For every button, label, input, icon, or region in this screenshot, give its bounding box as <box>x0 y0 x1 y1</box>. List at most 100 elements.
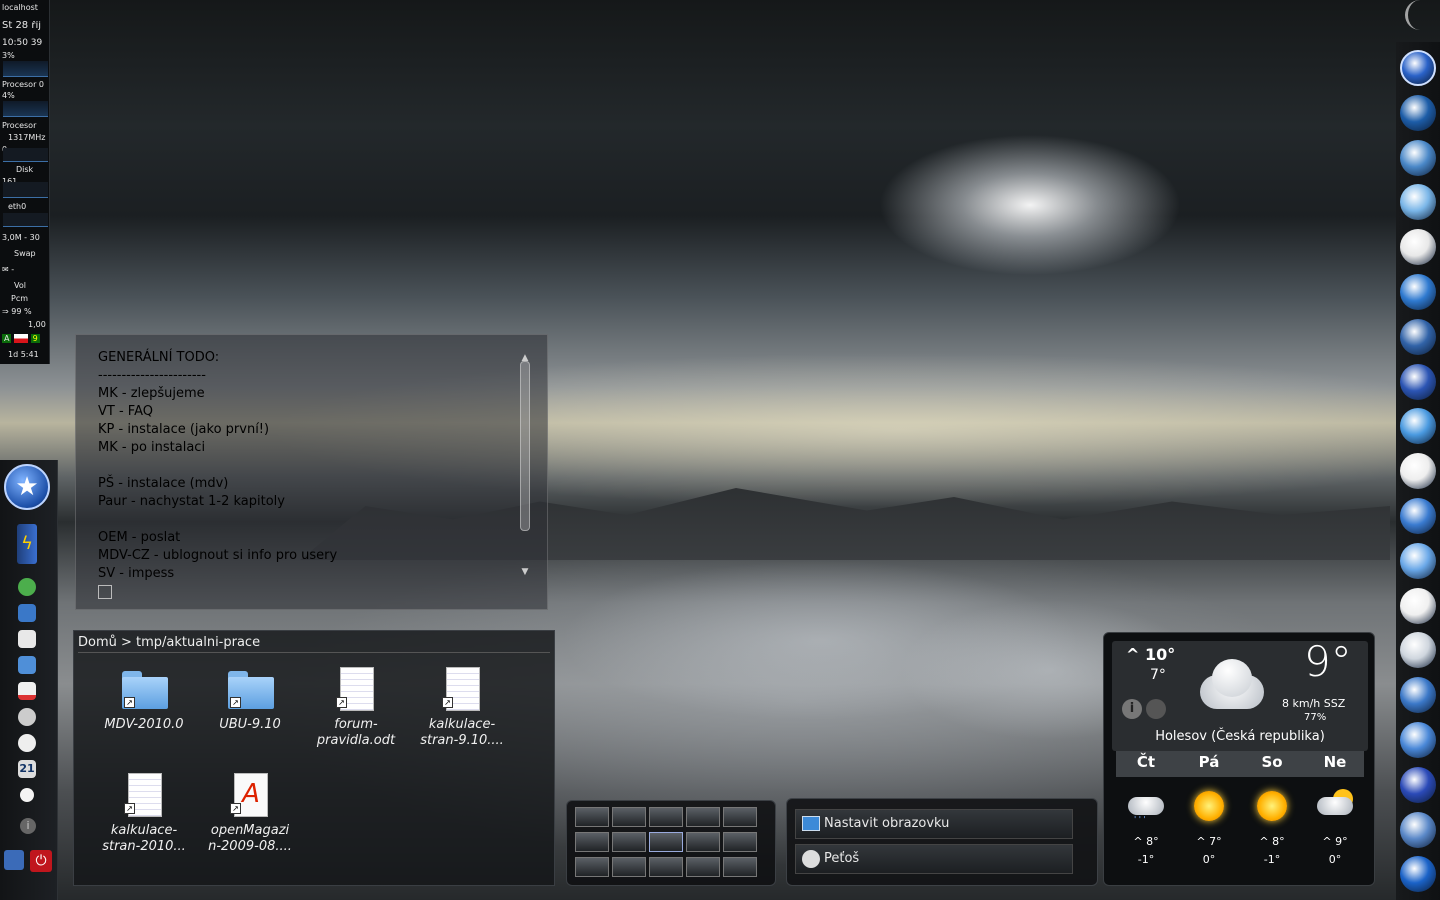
virtual-desktop[interactable] <box>612 857 646 877</box>
folder-item[interactable]: ↗ MDV-2010.0 <box>94 667 194 733</box>
scroll-up-icon[interactable]: ▲ <box>519 349 531 363</box>
task-nastavit-obrazovku[interactable]: Nastavit obrazovku <box>795 809 1073 839</box>
virtual-desktop[interactable] <box>723 807 757 827</box>
disc-icon[interactable] <box>1400 632 1436 669</box>
disk-icon[interactable] <box>18 708 36 726</box>
desktop-pager[interactable] <box>566 800 776 886</box>
virtual-desktop[interactable] <box>575 832 609 852</box>
link-arrow-icon: ↗ <box>230 697 241 708</box>
virtual-desktop[interactable] <box>686 807 720 827</box>
link-arrow-icon: ↗ <box>124 697 135 708</box>
sun-icon <box>1194 791 1224 821</box>
cpu2-graph <box>3 101 48 117</box>
desktop-icon[interactable] <box>1400 94 1436 131</box>
note-scrollbar[interactable]: ▲ ▼ <box>519 349 531 577</box>
system-monitor: localhost St 28 říj 10:50 39 3% Procesor… <box>0 0 50 364</box>
info-icon[interactable]: i <box>20 818 36 834</box>
spreadsheet-icon: ↗ <box>120 773 168 817</box>
today-high: ^ 10° <box>1126 645 1176 664</box>
mail-status: ✉ - <box>2 265 49 275</box>
folder-view: Domů > tmp/aktualni-prace ↗ MDV-2010.0 ↗ UB… <box>73 630 555 886</box>
tux-icon <box>802 850 820 868</box>
folder-item[interactable]: ↗ kalkulace- stran-9.10.... <box>412 667 512 749</box>
note-line: MDV-CZ - ublognout si info pro usery <box>98 548 338 563</box>
network-icon[interactable] <box>1400 677 1436 714</box>
folder-item[interactable]: A ↗ openMagazi n-2009-08.... <box>200 773 300 855</box>
folder-item[interactable]: ↗ UBU-9.10 <box>200 667 300 733</box>
tux-icon[interactable] <box>18 734 36 752</box>
virtual-desktop[interactable] <box>686 832 720 852</box>
hp-icon[interactable] <box>1400 856 1436 893</box>
tools-icon[interactable] <box>1400 184 1436 221</box>
divider <box>78 652 550 653</box>
phone-icon[interactable] <box>18 578 36 596</box>
cpu1-percent: 3% <box>2 51 15 60</box>
virtual-desktop[interactable] <box>723 832 757 852</box>
clock: 10:50 39 <box>2 38 43 48</box>
kde-menu-icon[interactable] <box>1400 50 1436 86</box>
folder-item[interactable]: ↗ kalkulace- stran-2010... <box>94 773 194 855</box>
virtual-desktop[interactable] <box>575 807 609 827</box>
virtual-desktop[interactable] <box>649 807 683 827</box>
virtual-desktop[interactable] <box>575 857 609 877</box>
ubuntu-icon[interactable] <box>1400 363 1436 400</box>
task-label: Peťoš <box>824 851 860 866</box>
note-line: OEM - poslat <box>98 530 181 545</box>
text-editor-icon[interactable] <box>1400 453 1436 490</box>
info-icon[interactable]: i <box>1122 699 1142 719</box>
mdv-icon[interactable] <box>1400 766 1436 803</box>
task-petos[interactable]: Peťoš <box>795 844 1073 874</box>
right-dock <box>1396 42 1440 900</box>
debian-icon[interactable] <box>1400 722 1436 758</box>
virtual-desktop[interactable] <box>686 857 720 877</box>
note-widget[interactable]: GENERÁLNÍ TODO: ----------------------- MK… <box>75 334 548 610</box>
globe-icon[interactable] <box>1146 699 1166 719</box>
virtual-desktop[interactable] <box>649 832 683 852</box>
note-line: GENERÁLNÍ TODO: <box>98 350 220 365</box>
note-text[interactable]: GENERÁLNÍ TODO: ----------------------- MK… <box>98 349 337 583</box>
wind: 8 km/h SSZ <box>1282 697 1346 710</box>
security-icon[interactable] <box>1400 811 1436 848</box>
network-monitor-icon[interactable] <box>1400 139 1436 176</box>
virtual-desktop[interactable] <box>612 807 646 827</box>
files-icon[interactable] <box>1400 229 1436 266</box>
logout-icon[interactable]: ⏻ <box>30 850 52 872</box>
breadcrumb[interactable]: Domů > tmp/aktualni-prace <box>78 635 260 650</box>
scroll-down-icon[interactable]: ▼ <box>519 563 531 577</box>
stop-icon[interactable] <box>18 682 36 700</box>
humidity: 77% <box>1304 712 1327 723</box>
calendar-icon[interactable]: 21 <box>18 760 36 778</box>
browser-icon[interactable] <box>1400 274 1436 310</box>
clock-icon[interactable] <box>20 788 34 802</box>
note-line: MK - zlepšujeme <box>98 386 205 401</box>
power-plug-icon: ⇒ <box>2 307 9 316</box>
kde-menu-button[interactable]: ★ <box>4 464 50 510</box>
virtual-desktop[interactable] <box>649 857 683 877</box>
cpu1-graph <box>3 61 48 77</box>
monitor-check-icon[interactable] <box>18 604 36 622</box>
screen-icon[interactable] <box>1400 542 1436 579</box>
forecast-high: ^ 9° <box>1322 835 1348 848</box>
virtual-desktop[interactable] <box>723 857 757 877</box>
battery-percent: 99 % <box>11 307 32 316</box>
monitor-icon <box>802 816 820 831</box>
lock-screen-icon[interactable] <box>4 850 24 870</box>
clipboard-icon[interactable] <box>18 630 36 648</box>
cpu2-percent: 4% <box>2 91 15 100</box>
amarok-icon[interactable] <box>1400 587 1436 624</box>
virtual-desktop[interactable] <box>612 832 646 852</box>
firefox-icon[interactable] <box>1400 318 1436 355</box>
hostname: localhost <box>2 3 38 12</box>
link-arrow-icon: ↗ <box>124 803 135 814</box>
scroll-thumb[interactable] <box>520 361 530 531</box>
note-line: MK - po instalaci <box>98 440 206 455</box>
folder-item[interactable]: ↗ forum- pravidla.odt <box>306 667 406 749</box>
battery-icon[interactable]: ϟ <box>17 524 37 564</box>
net-graph <box>3 182 48 198</box>
folder-item-label: UBU-9.10 <box>219 717 281 732</box>
mail-icon[interactable] <box>1400 408 1436 445</box>
forecast-day: Ne <box>1323 753 1347 771</box>
keyboard-indicator[interactable]: A 9 <box>2 334 49 344</box>
display-icon[interactable] <box>18 656 36 674</box>
media-icon[interactable] <box>1400 498 1436 534</box>
